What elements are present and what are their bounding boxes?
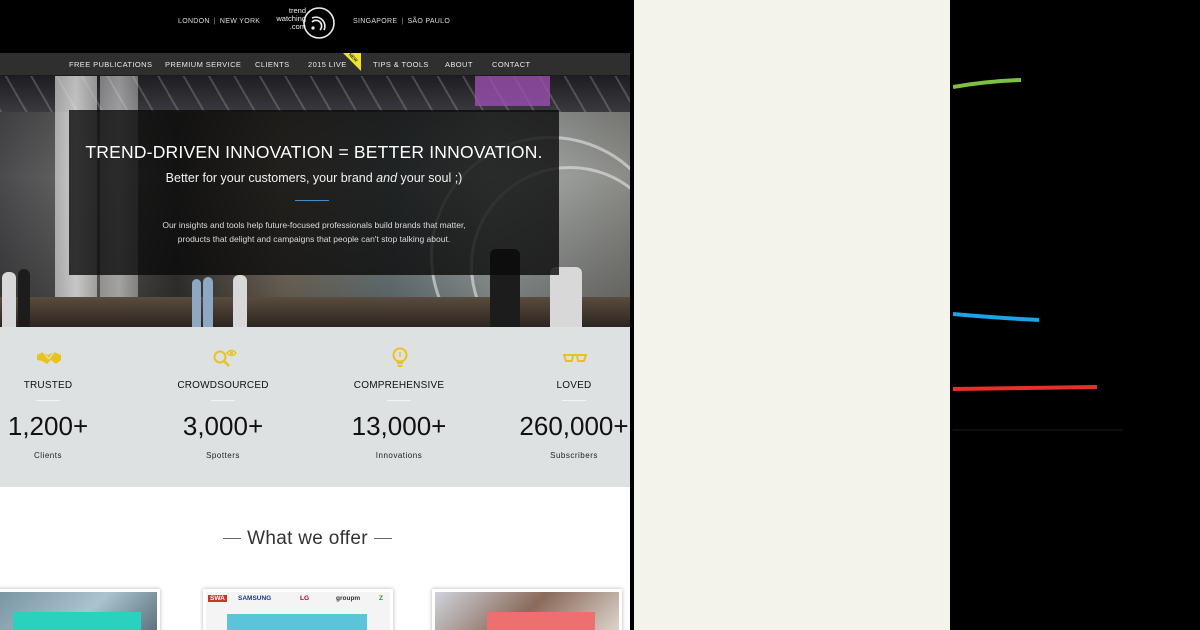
hero-divider: [295, 200, 329, 201]
cities-left: LONDON | NEW YORK: [178, 18, 261, 25]
lg-logo: LG: [300, 595, 310, 602]
hero-subtitle: Better for your customers, your brand an…: [165, 171, 463, 185]
nav-contact[interactable]: CONTACT: [492, 60, 531, 69]
glasses-icon: [562, 354, 588, 362]
samsung-logo: SAMSUNG: [238, 595, 272, 602]
logo-text: trend watching .com: [276, 6, 306, 31]
nav-tips-tools[interactable]: TIPS & TOOLS: [373, 60, 429, 69]
city-singapore[interactable]: SINGAPORE: [353, 18, 397, 25]
stat-trusted: TRUSTED 1,200+ Clients: [0, 327, 123, 487]
logo-signal-icon: [303, 7, 335, 39]
z-logo: Z: [379, 595, 383, 602]
cream-panel: [634, 0, 950, 630]
city-new-york[interactable]: NEW YORK: [220, 18, 260, 25]
city-sao-paulo[interactable]: SÃO PAULO: [407, 18, 450, 25]
hero-text-panel: TREND-DRIVEN INNOVATION = BETTER INNOVAT…: [69, 110, 559, 275]
hero-title: TREND-DRIVEN INNOVATION = BETTER INNOVAT…: [85, 142, 543, 162]
stat-crowdsourced: CROWDSOURCED 3,000+ Spotters: [148, 327, 298, 487]
offer-card-1[interactable]: [0, 589, 160, 630]
search-eye-icon: [213, 349, 237, 367]
red-line: [952, 385, 1098, 391]
offer-section: What we offer SWA SAMSUNG LG groupm Z: [0, 487, 630, 630]
cities-right: SINGAPORE | SÃO PAULO: [353, 18, 451, 25]
dark-panel: [952, 0, 1200, 630]
offer-card-3[interactable]: [432, 589, 622, 630]
green-arc: [952, 78, 1022, 89]
offer-card-2[interactable]: SWA SAMSUNG LG groupm Z: [203, 589, 393, 630]
swa-logo: SWA: [208, 595, 227, 602]
nav-clients[interactable]: CLIENTS: [255, 60, 289, 69]
nav-free-publications[interactable]: FREE PUBLICATIONS: [69, 60, 152, 69]
trendwatching-logo[interactable]: trend watching .com: [268, 6, 338, 42]
blue-arc: [952, 312, 1040, 322]
stat-loved: LOVED 260,000+ Subscribers: [499, 327, 630, 487]
groupm-logo: groupm: [336, 595, 361, 602]
website-frame: LONDON | NEW YORK trend watching .com SING…: [0, 0, 630, 630]
hero-description: Our insights and tools help future-focus…: [162, 220, 466, 244]
stats-section: TRUSTED 1,200+ Clients CROWDSOURCED 3,00…: [0, 327, 630, 487]
stat-comprehensive: COMPREHENSIVE 13,000+ Innovations: [324, 327, 474, 487]
handshake-icon: [37, 351, 61, 364]
top-bar: LONDON | NEW YORK trend watching .com SING…: [0, 0, 630, 53]
nav-premium-service[interactable]: PREMIUM SERVICE: [165, 60, 241, 69]
nav-about[interactable]: ABOUT: [445, 60, 473, 69]
colored-arcs: [952, 78, 1123, 431]
screenshot-canvas: LONDON | NEW YORK trend watching .com SING…: [0, 0, 1200, 630]
nav-2015-live[interactable]: 2015 LIVE: [308, 60, 347, 69]
offer-heading: What we offer: [0, 528, 615, 550]
main-nav: FREE PUBLICATIONS PREMIUM SERVICE CLIENT…: [0, 53, 630, 76]
lightbulb-icon: [392, 347, 408, 367]
city-london[interactable]: LONDON: [178, 18, 210, 25]
